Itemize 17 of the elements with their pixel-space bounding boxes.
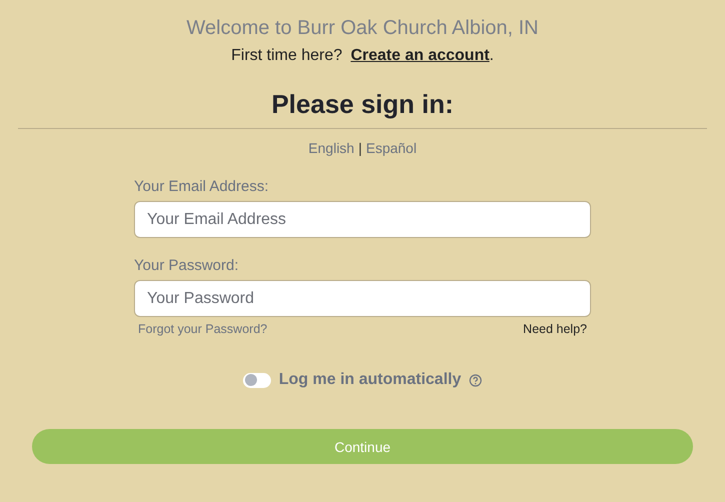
field-label: Your Password:: [134, 257, 240, 274]
separator-text: |: [358, 140, 362, 156]
welcome-title: Welcome to Burr Oak Church Albion, IN: [186, 17, 538, 40]
help-link[interactable]: Need help?: [523, 322, 587, 336]
field-label: Your Email Address:: [134, 178, 270, 195]
language-link[interactable]: Español: [366, 140, 417, 156]
password-field[interactable]: Your Password: [134, 280, 591, 317]
forgot-password-link[interactable]: Forgot your Password?: [138, 322, 268, 336]
help-icon[interactable]: [469, 374, 482, 386]
auto-login-label: Log me in automatically: [278, 371, 462, 389]
auto-login-switch[interactable]: [242, 372, 271, 388]
signup-prompt: First time here? Create an account.: [231, 47, 494, 65]
language-link[interactable]: English: [308, 140, 354, 156]
sign-in-heading: Please sign in:: [271, 89, 454, 120]
email-field[interactable]: Your Email Address: [134, 201, 591, 238]
continue-button[interactable]: Continue: [32, 429, 693, 464]
create-account-link[interactable]: Create an account: [350, 47, 490, 64]
